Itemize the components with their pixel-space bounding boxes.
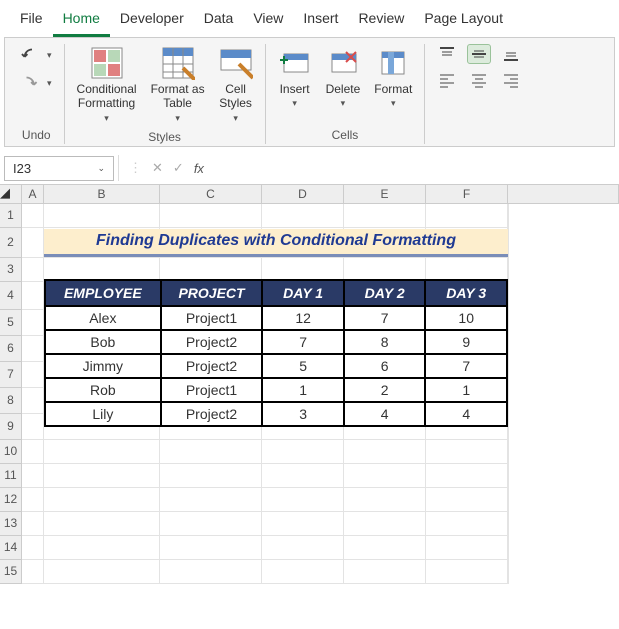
row-header-13[interactable]: 13 <box>0 512 22 536</box>
tab-review[interactable]: Review <box>348 4 414 37</box>
table-header: DAY 2 <box>344 280 426 306</box>
ribbon-group-undo: ▾ ▾ Undo <box>9 44 65 144</box>
row-header-9[interactable]: 9 <box>0 414 22 440</box>
table-header: DAY 3 <box>425 280 507 306</box>
tab-file[interactable]: File <box>10 4 53 37</box>
col-header-A[interactable]: A <box>22 185 44 203</box>
column-headers: ◢ ABCDEF <box>0 185 619 204</box>
cancel-icon[interactable]: ✕ <box>152 160 163 176</box>
tab-view[interactable]: View <box>243 4 293 37</box>
spreadsheet-grid: ◢ ABCDEF 123456789101112131415 Finding D… <box>0 185 619 584</box>
table-header: PROJECT <box>161 280 263 306</box>
tab-page-layout[interactable]: Page Layout <box>414 4 513 37</box>
row-header-11[interactable]: 11 <box>0 464 22 488</box>
delete-button[interactable]: Delete▾ <box>324 44 363 111</box>
redo-button[interactable]: ▾ <box>19 72 54 94</box>
insert-button[interactable]: Insert▾ <box>276 44 314 111</box>
col-header-D[interactable]: D <box>262 185 344 203</box>
table-row: RobProject1121 <box>45 378 507 402</box>
group-label-styles: Styles <box>148 130 181 144</box>
table-header-row: EMPLOYEEPROJECTDAY 1DAY 2DAY 3 <box>45 280 507 306</box>
row-header-8[interactable]: 8 <box>0 388 22 414</box>
group-label-undo: Undo <box>22 128 51 142</box>
ribbon-group-cells: Insert▾ Delete▾ Format▾ Cells <box>266 44 426 144</box>
table-row: AlexProject112710 <box>45 306 507 330</box>
align-middle-button[interactable] <box>467 44 491 64</box>
title-banner: Finding Duplicates with Conditional Form… <box>44 229 508 257</box>
name-box[interactable]: I23 ⌄ <box>4 156 114 181</box>
formula-bar: I23 ⌄ ⋮ ✕ ✓ fx <box>0 153 619 185</box>
row-header-14[interactable]: 14 <box>0 536 22 560</box>
fx-icon[interactable]: fx <box>194 161 204 176</box>
col-header-C[interactable]: C <box>160 185 262 203</box>
col-header-E[interactable]: E <box>344 185 426 203</box>
table-header: EMPLOYEE <box>45 280 161 306</box>
format-button[interactable]: Format▾ <box>372 44 414 111</box>
cell-styles-button[interactable]: Cell Styles▾ <box>217 44 255 126</box>
group-label-cells: Cells <box>332 128 359 142</box>
dots-icon: ⋮ <box>129 160 142 176</box>
menu-bar: FileHomeDeveloperDataViewInsertReviewPag… <box>0 0 619 37</box>
tab-home[interactable]: Home <box>53 4 110 37</box>
row-header-2[interactable]: 2 <box>0 228 22 258</box>
row-header-12[interactable]: 12 <box>0 488 22 512</box>
row-header-1[interactable]: 1 <box>0 204 22 228</box>
select-all-corner[interactable]: ◢ <box>0 185 22 203</box>
table-row: JimmyProject2567 <box>45 354 507 378</box>
align-left-button[interactable] <box>435 70 459 90</box>
row-header-6[interactable]: 6 <box>0 336 22 362</box>
table-row: BobProject2789 <box>45 330 507 354</box>
ribbon-group-alignment <box>425 44 533 144</box>
format-as-table-button[interactable]: Format as Table▾ <box>149 44 207 126</box>
row-header-7[interactable]: 7 <box>0 362 22 388</box>
row-header-10[interactable]: 10 <box>0 440 22 464</box>
align-center-button[interactable] <box>467 70 491 90</box>
row-header-3[interactable]: 3 <box>0 258 22 282</box>
row-header-5[interactable]: 5 <box>0 310 22 336</box>
table-row: LilyProject2344 <box>45 402 507 426</box>
col-header-B[interactable]: B <box>44 185 160 203</box>
align-right-button[interactable] <box>499 70 523 90</box>
ribbon: ▾ ▾ Undo Conditional Formatting▾ Format … <box>4 37 615 147</box>
row-header-4[interactable]: 4 <box>0 282 22 310</box>
tab-developer[interactable]: Developer <box>110 4 194 37</box>
align-top-button[interactable] <box>435 44 459 64</box>
table-header: DAY 1 <box>262 280 344 306</box>
tab-data[interactable]: Data <box>194 4 244 37</box>
col-header-F[interactable]: F <box>426 185 508 203</box>
data-table: EMPLOYEEPROJECTDAY 1DAY 2DAY 3 AlexProje… <box>44 279 508 427</box>
tab-insert[interactable]: Insert <box>293 4 348 37</box>
enter-icon[interactable]: ✓ <box>173 160 184 176</box>
conditional-formatting-button[interactable]: Conditional Formatting▾ <box>75 44 139 126</box>
chevron-down-icon: ⌄ <box>97 163 105 174</box>
align-bottom-button[interactable] <box>499 44 523 64</box>
ribbon-group-styles: Conditional Formatting▾ Format as Table▾… <box>65 44 266 144</box>
undo-button[interactable]: ▾ <box>19 44 54 66</box>
row-header-15[interactable]: 15 <box>0 560 22 584</box>
